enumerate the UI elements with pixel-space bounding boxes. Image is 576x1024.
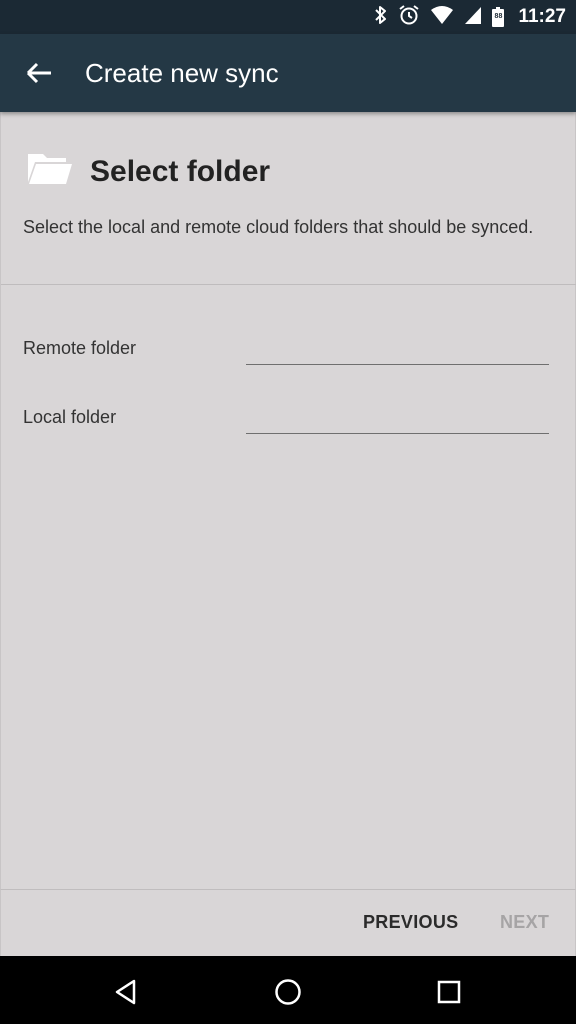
alarm-icon	[398, 4, 420, 31]
back-button[interactable]	[20, 56, 58, 90]
previous-button[interactable]: PREVIOUS	[363, 910, 458, 934]
app-bar: Create new sync	[0, 34, 576, 112]
main-content: Select folder Select the local and remot…	[0, 112, 576, 889]
recents-nav-icon[interactable]	[431, 974, 467, 1010]
local-folder-label: Local folder	[23, 407, 117, 427]
arrow-back-icon	[26, 62, 51, 84]
battery-level: 88	[494, 13, 503, 20]
remote-folder-input[interactable]	[246, 336, 549, 365]
wifi-icon	[430, 5, 454, 30]
status-time: 11:27	[518, 6, 566, 27]
home-nav-icon[interactable]	[270, 974, 306, 1010]
system-nav-bar	[0, 956, 576, 1024]
status-bar: 88 11:27	[0, 0, 576, 34]
status-icons: 88 11:27	[374, 0, 566, 34]
folder-open-icon	[26, 150, 74, 191]
app-title: Create new sync	[85, 58, 279, 88]
remote-folder-label: Remote folder	[23, 338, 137, 358]
divider	[1, 284, 576, 285]
next-button[interactable]: NEXT	[500, 910, 549, 934]
bluetooth-icon	[374, 5, 388, 30]
stepper-bar: PREVIOUS NEXT	[0, 889, 576, 956]
back-nav-icon[interactable]	[108, 974, 144, 1010]
battery-icon: 88	[492, 7, 505, 27]
local-folder-input[interactable]	[246, 405, 549, 434]
cell-signal-icon	[464, 5, 482, 30]
section-description: Select the local and remote cloud folder…	[23, 217, 534, 237]
section-title: Select folder	[90, 155, 271, 188]
